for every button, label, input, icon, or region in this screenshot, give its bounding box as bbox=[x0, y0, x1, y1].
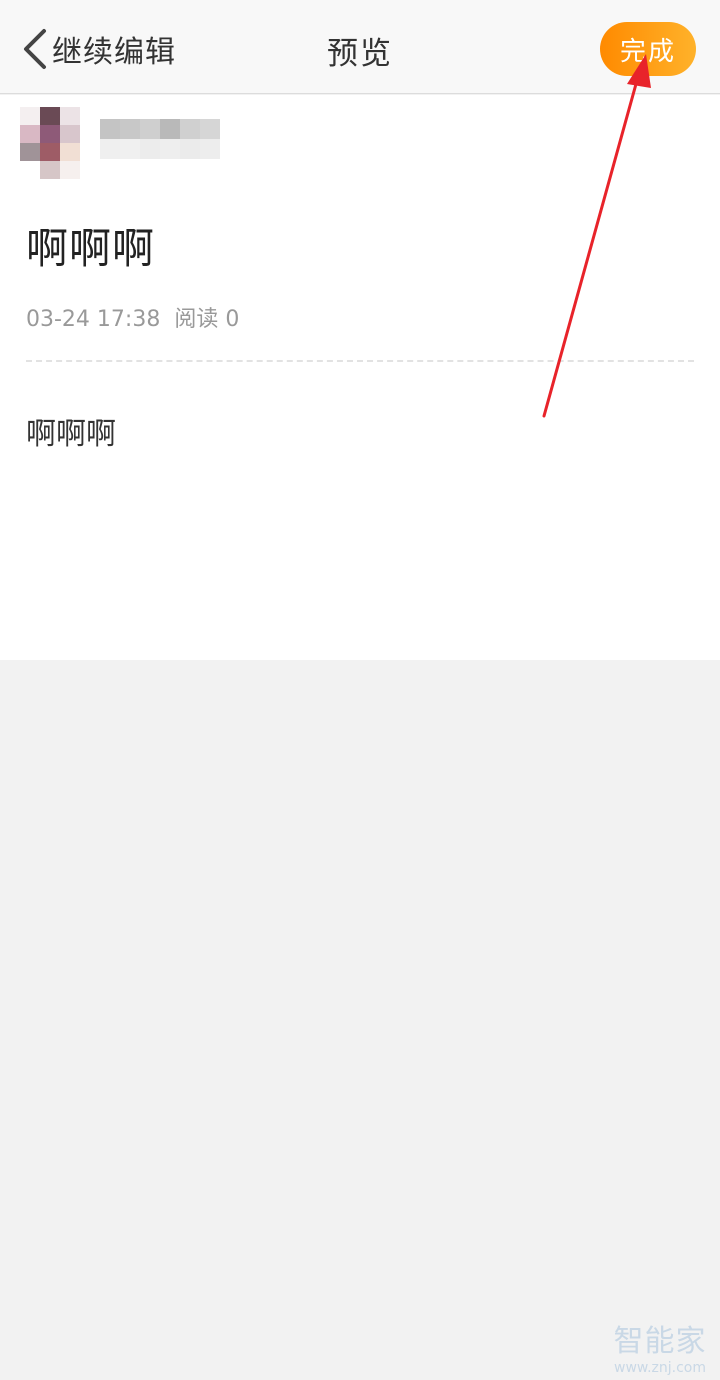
article-body: 啊啊啊 bbox=[26, 417, 116, 452]
article-timestamp: 03-24 17:38 bbox=[26, 307, 161, 332]
username-blurred bbox=[100, 119, 220, 159]
dashed-divider bbox=[26, 360, 694, 362]
article-title: 啊啊啊 bbox=[26, 224, 156, 273]
article-read-count: 阅读 0 bbox=[174, 307, 240, 332]
watermark-logo: 智能家 bbox=[613, 1324, 707, 1359]
done-button[interactable]: 完成 bbox=[600, 22, 696, 76]
preview-card: 啊啊啊 03-24 17:38 阅读 0 啊啊啊 bbox=[0, 95, 720, 660]
watermark-url: www.znj.com bbox=[614, 1360, 706, 1376]
avatar[interactable] bbox=[20, 107, 80, 179]
article-meta: 03-24 17:38 阅读 0 bbox=[26, 301, 239, 333]
watermark: 智能家 www.znj.com bbox=[608, 1316, 712, 1376]
top-navigation-bar: 继续编辑 预览 完成 bbox=[0, 0, 720, 94]
